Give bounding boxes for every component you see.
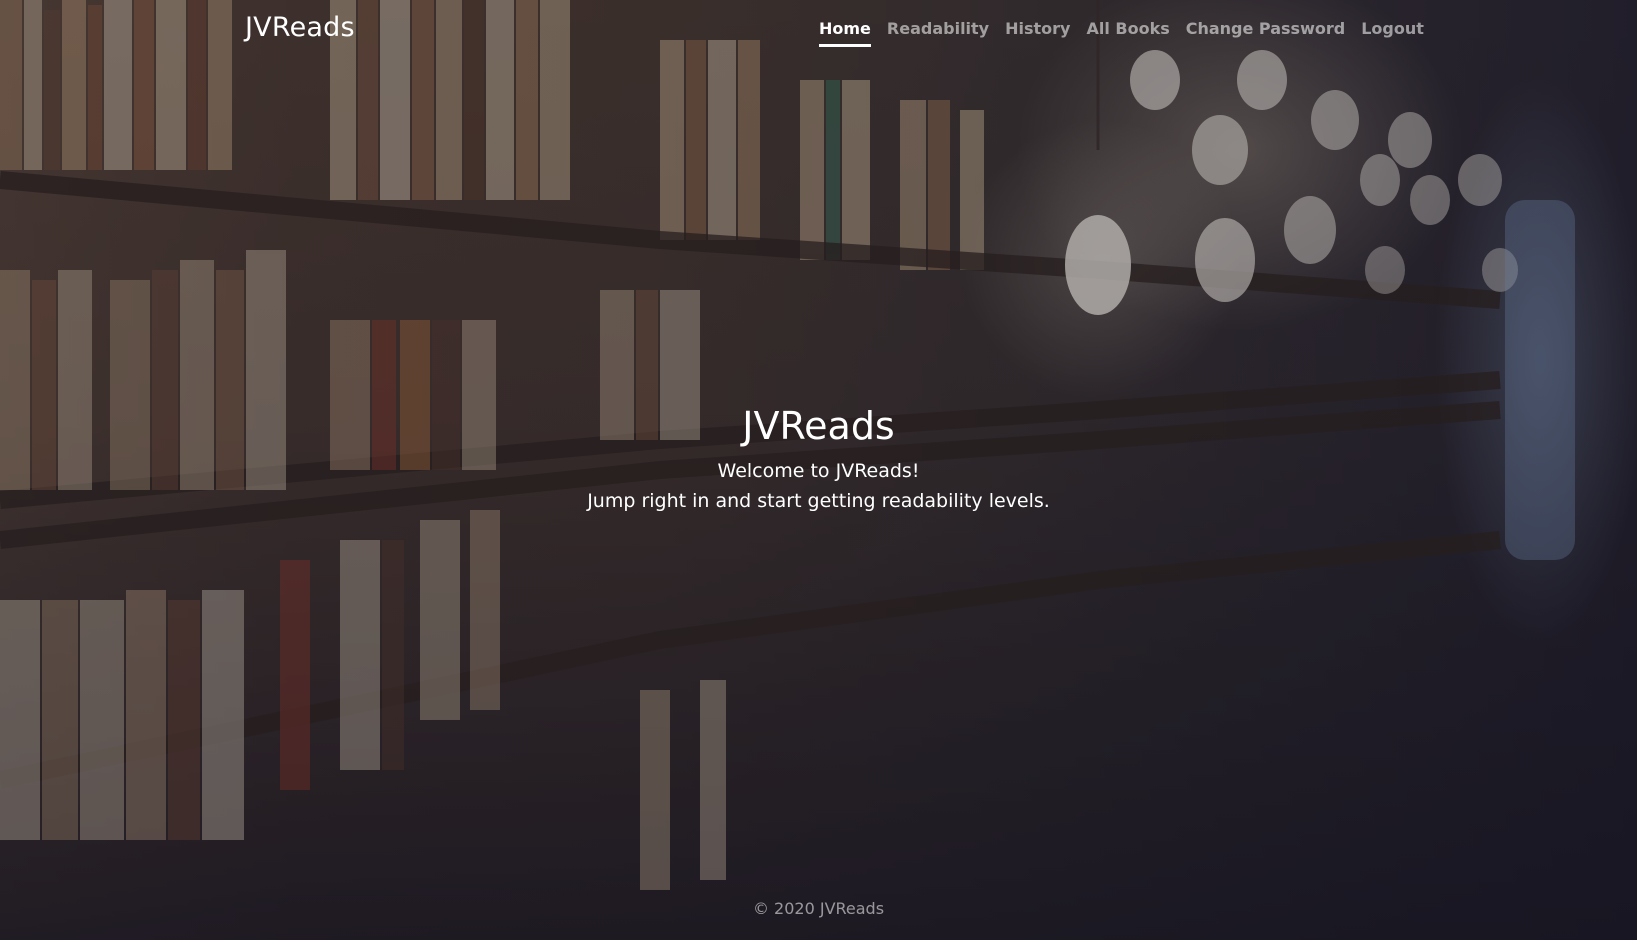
nav-change-password[interactable]: Change Password <box>1186 19 1345 47</box>
main-nav: Home Readability History All Books Chang… <box>819 19 1424 47</box>
hero: JVReads Welcome to JVReads! Jump right i… <box>0 404 1637 516</box>
nav-readability[interactable]: Readability <box>887 19 989 47</box>
nav-all-books[interactable]: All Books <box>1086 19 1169 47</box>
hero-title: JVReads <box>742 404 895 448</box>
nav-history[interactable]: History <box>1005 19 1070 47</box>
nav-logout[interactable]: Logout <box>1361 19 1424 47</box>
hero-welcome: Welcome to JVReads! <box>717 460 920 482</box>
page: JVReads Home Readability History All Boo… <box>0 0 1637 940</box>
brand-logo[interactable]: JVReads <box>245 12 355 43</box>
hero-tagline: Jump right in and start getting readabil… <box>587 490 1050 512</box>
footer-copyright: © 2020 JVReads <box>752 899 885 918</box>
nav-home[interactable]: Home <box>819 19 871 47</box>
